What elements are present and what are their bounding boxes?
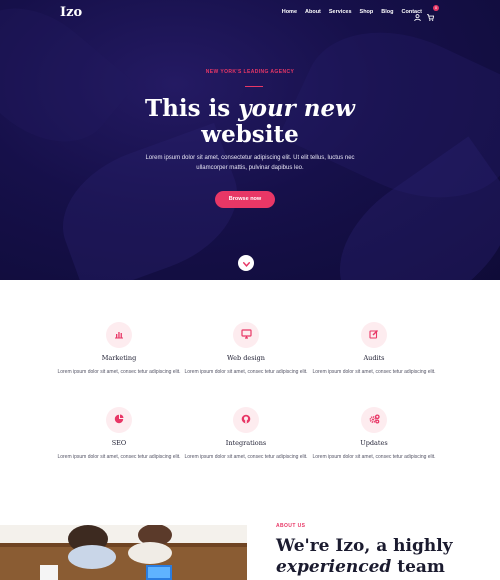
service-card-integrations: Integrations Lorem ipsum dolor sit amet,… [182, 407, 310, 461]
service-icon-circle [361, 407, 387, 433]
service-card-marketing: Marketing Lorem ipsum dolor sit amet, co… [55, 322, 183, 376]
service-description: Lorem ipsum dolor sit amet, consec tetur… [57, 454, 181, 460]
hero-tagline: NEW YORK'S LEADING AGENCY [205, 69, 295, 75]
service-title: Updates [360, 439, 388, 447]
nav-item-shop[interactable]: Shop [360, 9, 374, 15]
nav-icons: 0 [414, 5, 439, 22]
desktop-icon [240, 326, 252, 344]
nav-item-home[interactable]: Home [282, 9, 297, 15]
pie-chart-icon [114, 411, 124, 429]
about-team-photo [0, 525, 247, 580]
tagline-underline [245, 86, 263, 87]
service-card-seo: SEO Lorem ipsum dolor sit amet, consec t… [55, 407, 183, 461]
service-title: SEO [111, 439, 127, 447]
service-icon-circle [233, 322, 259, 348]
main-menu: Home About Services Shop Blog Contact [282, 9, 422, 15]
service-card-audits: Audits Lorem ipsum dolor sit amet, conse… [310, 322, 438, 376]
cart-icon[interactable]: 0 [427, 5, 439, 21]
site-logo[interactable]: Izo [60, 5, 82, 20]
service-title: Marketing [101, 354, 137, 362]
service-description: Lorem ipsum dolor sit amet, consec tetur… [57, 369, 181, 375]
about-heading-text: We're Izo, a highly [276, 536, 453, 556]
service-icon-circle [233, 407, 259, 433]
headline-text: This is [145, 95, 239, 122]
headline-text-line2: website [201, 121, 299, 148]
nav-item-services[interactable]: Services [329, 9, 352, 15]
headline-emphasis: your new [238, 95, 355, 122]
service-icon-circle [106, 407, 132, 433]
edit-icon [369, 326, 379, 344]
hero-section: Izo Home About Services Shop Blog Contac… [0, 0, 500, 280]
nav-item-blog[interactable]: Blog [381, 9, 393, 15]
service-description: Lorem ipsum dolor sit amet, consec tetur… [312, 454, 436, 460]
service-card-updates: Updates Lorem ipsum dolor sit amet, cons… [310, 407, 438, 461]
about-label: ABOUT US [276, 523, 306, 529]
service-description: Lorem ipsum dolor sit amet, consec tetur… [184, 454, 308, 460]
scroll-down-button[interactable] [238, 255, 254, 271]
about-heading-emphasis: experienced [276, 557, 392, 577]
github-icon [241, 411, 251, 429]
bar-chart-icon [114, 326, 124, 344]
service-title: Web design [227, 354, 265, 362]
gears-icon [369, 411, 380, 429]
about-heading: We're Izo, a highly experienced team tha… [276, 536, 486, 580]
hero-headline: This is your new website [0, 96, 500, 148]
hero-description: Lorem ipsum dolor sit amet, consectetur … [145, 155, 355, 171]
service-title: Audits [363, 354, 385, 362]
service-card-web-design: Web design Lorem ipsum dolor sit amet, c… [182, 322, 310, 376]
browse-now-button[interactable]: Browse now [215, 191, 275, 208]
service-icon-circle [361, 322, 387, 348]
chevron-down-icon [242, 254, 250, 272]
cart-count-badge: 0 [433, 5, 439, 11]
service-description: Lorem ipsum dolor sit amet, consec tetur… [312, 369, 436, 375]
service-icon-circle [106, 322, 132, 348]
service-title: Integrations [225, 439, 267, 447]
top-navigation: Izo Home About Services Shop Blog Contac… [0, 0, 500, 26]
nav-item-about[interactable]: About [305, 9, 321, 15]
user-icon[interactable] [414, 8, 421, 22]
service-description: Lorem ipsum dolor sit amet, consec tetur… [184, 369, 308, 375]
